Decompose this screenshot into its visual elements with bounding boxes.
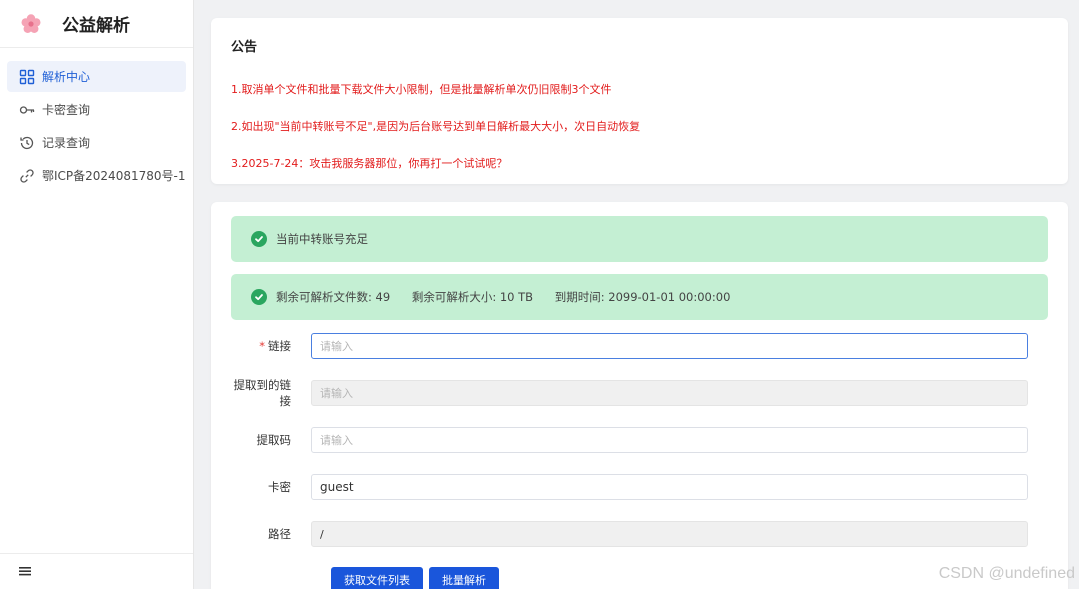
flower-logo-icon bbox=[20, 13, 42, 35]
check-circle-icon bbox=[251, 289, 267, 305]
account-status-alert: 当前中转账号充足 bbox=[231, 216, 1048, 262]
extracted-link-row: 提取到的链接 bbox=[231, 378, 1048, 408]
link-icon bbox=[19, 168, 35, 184]
notice-title: 公告 bbox=[231, 40, 258, 55]
sidebar-item-card-query[interactable]: 卡密查询 bbox=[7, 94, 186, 125]
grid-icon bbox=[19, 69, 35, 85]
get-file-list-button[interactable]: 获取文件列表 bbox=[331, 567, 423, 589]
sidebar-item-label: 解析中心 bbox=[42, 70, 91, 84]
notice-panel: 公告 1.取消单个文件和批量下载文件大小限制，但是批量解析单次仍旧限制3个文件 … bbox=[211, 18, 1068, 184]
history-icon bbox=[19, 135, 35, 151]
sidebar-item-parse-center[interactable]: 解析中心 bbox=[7, 61, 186, 92]
path-row: 路径 bbox=[231, 521, 1048, 547]
menu-icon[interactable] bbox=[18, 562, 32, 581]
batch-parse-button[interactable]: 批量解析 bbox=[429, 567, 499, 589]
sidebar-item-label: 卡密查询 bbox=[42, 103, 91, 117]
extracted-link-input bbox=[311, 380, 1028, 406]
account-status-text: 当前中转账号充足 bbox=[276, 232, 368, 246]
sidebar-menu: 解析中心 卡密查询 记录查询 鄂ICP备2024081780号-1 bbox=[0, 48, 193, 191]
key-icon bbox=[19, 102, 35, 118]
sidebar-item-record-query[interactable]: 记录查询 bbox=[7, 127, 186, 158]
check-circle-icon bbox=[251, 231, 267, 247]
extract-code-row: 提取码 bbox=[231, 427, 1048, 453]
sidebar-footer bbox=[0, 553, 193, 589]
card-key-row: 卡密 bbox=[231, 474, 1048, 500]
sidebar-item-label: 鄂ICP备2024081780号-1 bbox=[42, 169, 186, 183]
link-label: * 链接 bbox=[259, 339, 291, 353]
notice-line: 1.取消单个文件和批量下载文件大小限制，但是批量解析单次仍旧限制3个文件 bbox=[231, 83, 612, 96]
notice-line: 3.2025-7-24：攻击我服务器那位，你再打一个试试呢？ bbox=[231, 157, 508, 170]
quota-status-alert: 剩余可解析文件数: 49 剩余可解析大小: 10 TB 到期时间: 2099-0… bbox=[231, 274, 1048, 320]
app-title: 公益解析 bbox=[62, 16, 130, 36]
sidebar: 公益解析 解析中心 卡密查询 记录查询 鄂ICP备2024081780号-1 bbox=[0, 0, 194, 589]
card-key-label: 卡密 bbox=[268, 480, 291, 494]
expiry-time: 到期时间: 2099-01-01 00:00:00 bbox=[554, 290, 731, 304]
brand: 公益解析 bbox=[0, 0, 193, 48]
parse-form-panel: 当前中转账号充足 剩余可解析文件数: 49 剩余可解析大小: 10 TB 到期时… bbox=[211, 202, 1068, 589]
extract-code-input[interactable] bbox=[311, 427, 1028, 453]
path-label: 路径 bbox=[268, 527, 291, 541]
sidebar-item-icp[interactable]: 鄂ICP备2024081780号-1 bbox=[7, 160, 186, 191]
sidebar-item-label: 记录查询 bbox=[42, 136, 91, 150]
link-input[interactable] bbox=[311, 333, 1028, 359]
path-input bbox=[311, 521, 1028, 547]
watermark: CSDN @undefined bbox=[938, 565, 1075, 582]
notice-line: 2.如出现"当前中转账号不足",是因为后台账号达到单日解析最大大小，次日自动恢复 bbox=[231, 120, 641, 133]
remaining-size: 剩余可解析大小: 10 TB bbox=[411, 290, 534, 304]
link-row: * 链接 bbox=[231, 333, 1048, 359]
extracted-link-label: 提取到的链接 bbox=[233, 378, 292, 408]
quota-text: 剩余可解析文件数: 49 剩余可解析大小: 10 TB 到期时间: 2099-0… bbox=[276, 289, 730, 305]
extract-code-label: 提取码 bbox=[256, 433, 292, 447]
remaining-files: 剩余可解析文件数: 49 bbox=[276, 290, 391, 304]
card-key-input[interactable] bbox=[311, 474, 1028, 500]
